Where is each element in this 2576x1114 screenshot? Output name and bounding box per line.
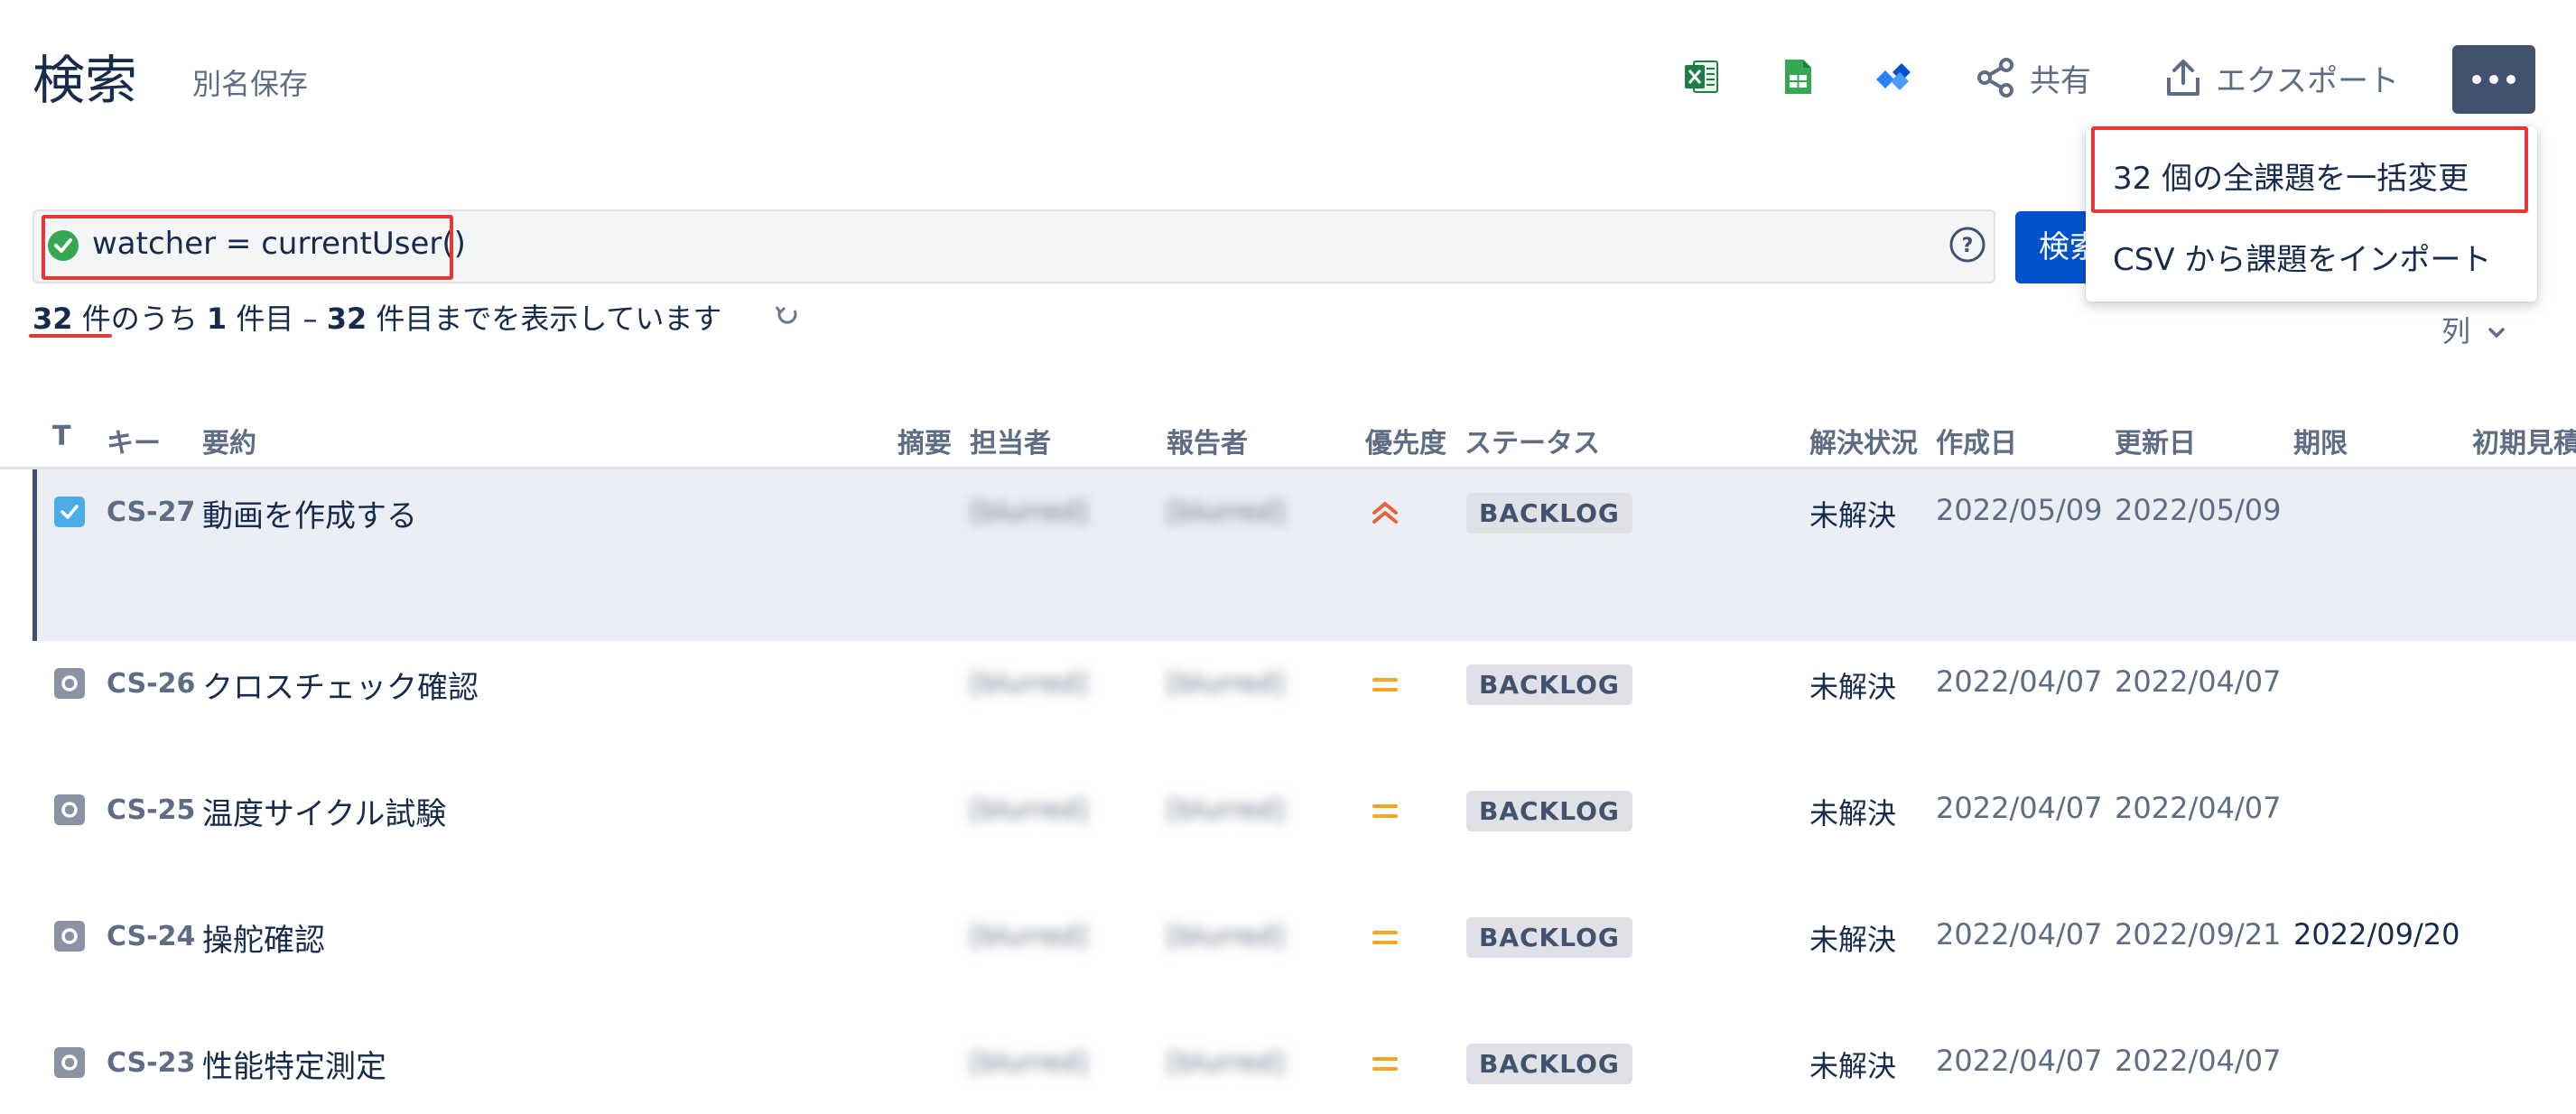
excel-icon[interactable] [1681,56,1723,97]
resolution: 未解決 [1809,1049,1897,1083]
export-button[interactable]: エクスポート [2163,51,2399,105]
col-created[interactable]: 作成日 [1936,421,2017,460]
col-priority[interactable]: 優先度 [1365,421,1446,460]
total-count: 32 [33,302,73,336]
assignee-blurred: [blurred] [970,921,1088,952]
assignee-blurred: [blurred] [970,794,1088,826]
col-description[interactable]: 摘要 [897,421,952,460]
from-count: 1 [206,302,228,336]
updated-date: 2022/04/07 [2115,1044,2282,1078]
issue-type-icon [54,668,85,699]
export-icon [2167,60,2199,96]
issue-type-icon [54,1047,85,1078]
csv-import-menu-item[interactable]: CSV から課題をインポート [2113,235,2491,279]
created-date: 2022/04/07 [1936,791,2103,825]
status-badge: BACKLOG [1466,917,1632,958]
reporter-blurred: [blurred] [1167,1047,1285,1079]
issue-summary[interactable]: 温度サイクル試験 [202,789,446,833]
issue-summary[interactable]: 操舵確認 [202,915,325,960]
priority-highest-icon [1372,502,1398,524]
export-label: エクスポート [2216,62,2399,99]
created-date: 2022/04/07 [1936,664,2103,699]
to-count: 32 [326,302,367,336]
status-badge: BACKLOG [1466,664,1632,705]
col-key[interactable]: キー [107,421,161,460]
col-type[interactable]: T [52,421,70,452]
col-reporter[interactable]: 報告者 [1167,421,1248,460]
more-icon [2472,75,2481,84]
issue-key[interactable]: CS-26 [107,668,195,700]
page-title: 検索 [33,50,138,111]
confluence-icon[interactable] [1873,56,1914,97]
priority-medium-icon [1372,931,1398,944]
updated-date: 2022/04/07 [2115,664,2282,699]
issue-key[interactable]: CS-27 [107,497,195,528]
issue-key[interactable]: CS-25 [107,794,195,826]
assignee-blurred: [blurred] [970,497,1088,528]
created-date: 2022/05/09 [1936,493,2103,527]
reporter-blurred: [blurred] [1167,921,1285,952]
results-count: 32 件のうち 1 件目 – 32 件目までを表示しています [33,302,722,336]
issue-type-icon [54,794,85,825]
svg-text:?: ? [1962,235,1974,257]
jql-highlight-annotation [42,215,453,280]
reporter-blurred: [blurred] [1167,668,1285,700]
created-date: 2022/04/07 [1936,917,2103,952]
priority-medium-icon [1372,678,1398,692]
col-summary[interactable]: 要約 [202,421,256,460]
more-button[interactable] [2452,45,2535,114]
issue-key[interactable]: CS-23 [107,1047,195,1079]
updated-date: 2022/04/07 [2115,791,2282,825]
reporter-blurred: [blurred] [1167,794,1285,826]
created-date: 2022/04/07 [1936,1044,2103,1078]
col-updated[interactable]: 更新日 [2115,421,2196,460]
resolution: 未解決 [1809,498,1897,533]
reporter-blurred: [blurred] [1167,497,1285,528]
columns-label: 列 [2441,314,2471,348]
col-original-estimate[interactable]: 初期見積 [2472,421,2576,460]
table-row[interactable] [33,894,2576,1020]
col-resolution[interactable]: 解決状況 [1809,421,1918,460]
issue-summary[interactable]: 動画を作成する [202,491,417,535]
count-underline-annotation [29,334,112,338]
resolution: 未解決 [1809,670,1897,704]
priority-medium-icon [1372,804,1398,818]
col-due[interactable]: 期限 [2293,421,2348,460]
refresh-icon[interactable] [773,302,802,330]
col-assignee[interactable]: 担当者 [970,421,1051,460]
issue-summary[interactable]: 性能特定測定 [202,1042,386,1086]
updated-date: 2022/05/09 [2115,493,2282,527]
resolution: 未解決 [1809,923,1897,957]
task-type-icon [54,497,85,527]
assignee-blurred: [blurred] [970,1047,1088,1079]
updated-date: 2022/09/21 [2115,917,2282,952]
help-icon[interactable]: ? [1948,226,1986,264]
google-sheets-icon[interactable] [1777,56,1818,97]
share-button[interactable]: 共有 [1974,51,2091,105]
status-badge: BACKLOG [1466,1044,1632,1084]
assignee-blurred: [blurred] [970,668,1088,700]
columns-button[interactable]: 列 [2441,309,2506,350]
status-badge: BACKLOG [1466,493,1632,534]
save-as-link[interactable]: 別名保存 [192,61,308,103]
due-date: 2022/09/20 [2293,917,2460,952]
issue-type-icon [54,921,85,952]
resolution: 未解決 [1809,796,1897,831]
bulk-change-highlight-annotation [2091,126,2528,213]
issue-summary[interactable]: クロスチェック確認 [202,663,479,707]
status-badge: BACKLOG [1466,791,1632,831]
share-label: 共有 [2030,62,2091,99]
priority-medium-icon [1372,1057,1398,1071]
share-icon [1977,58,2013,97]
chevron-down-icon [2488,328,2505,339]
col-status[interactable]: ステータス [1465,421,1600,460]
issue-key[interactable]: CS-24 [107,921,195,952]
